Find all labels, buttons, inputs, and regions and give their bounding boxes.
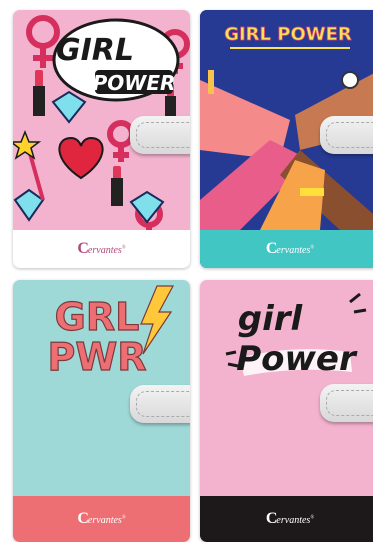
lipstick-icon xyxy=(111,166,123,206)
brand-logo: Cervantes® xyxy=(265,240,315,257)
grl-pwr-lettering: GRL PWR xyxy=(47,285,175,380)
brand-logo: Cervantes® xyxy=(77,510,126,527)
brand-logo: Cervantes® xyxy=(265,510,315,527)
notebook-clasp-strap[interactable] xyxy=(130,116,190,154)
notebook-clasp-strap[interactable] xyxy=(130,385,190,423)
script-lettering: girl Power xyxy=(225,292,367,379)
notebook-grl-pwr[interactable]: GRL PWR Cervantes® xyxy=(13,280,190,542)
lightning-bolt-icon xyxy=(140,285,175,355)
brand-band: Cervantes® xyxy=(13,230,190,268)
notebook-clasp-strap[interactable] xyxy=(320,116,373,154)
cover-title: GIRL POWER xyxy=(224,24,352,45)
cover-title-line-1: GRL xyxy=(55,295,140,339)
heart-icon xyxy=(58,136,104,180)
cover-title-line-1: girl xyxy=(238,299,304,339)
cover-title-line-1: GIRL xyxy=(56,33,134,68)
brand-band: Cervantes® xyxy=(200,230,373,268)
brand-band: Cervantes® xyxy=(13,496,190,542)
cover-title-line-2: PWR xyxy=(47,335,146,379)
brand-band: Cervantes® xyxy=(200,496,373,542)
notebook-girl-power-pink[interactable]: GIRL POWER Cervantes® xyxy=(13,10,190,268)
notebook-clasp-strap[interactable] xyxy=(320,384,373,422)
cover-title-line-2: Power xyxy=(236,339,358,379)
diamond-icon xyxy=(13,188,45,222)
notebook-girl-power-script[interactable]: girl Power Cervantes® xyxy=(200,280,373,542)
cover-title-line-2: POWER xyxy=(93,71,176,95)
notebook-girl-power-hands[interactable]: GIRL POWER Cervantes® xyxy=(200,10,373,268)
lipstick-icon xyxy=(33,70,45,116)
venus-symbol-icon xyxy=(107,120,135,162)
cover-title-badge: GIRL POWER xyxy=(52,18,180,102)
brand-logo: Cervantes® xyxy=(77,240,126,257)
